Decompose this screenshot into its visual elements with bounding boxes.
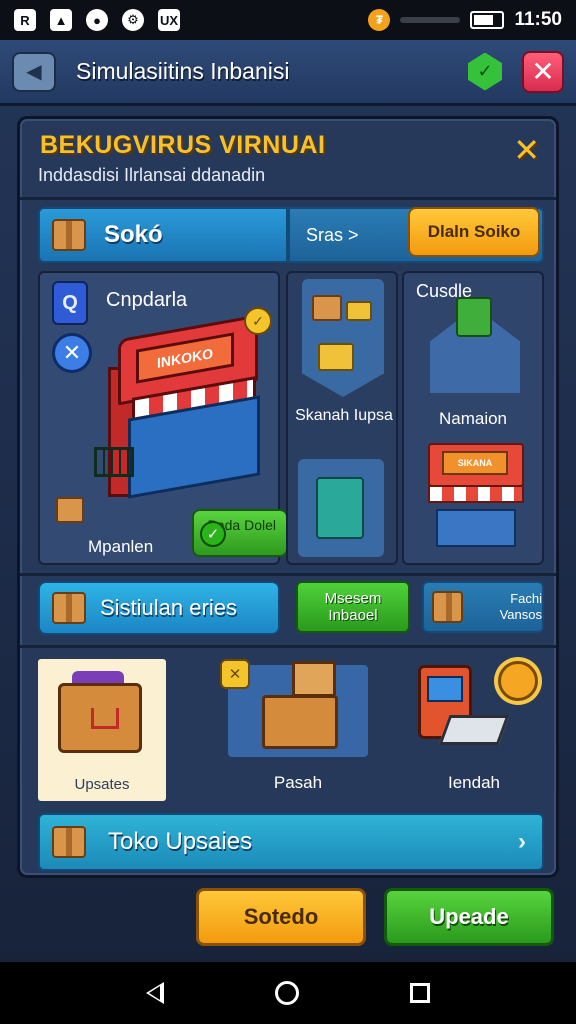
battery-icon bbox=[470, 11, 505, 29]
box-icon bbox=[52, 219, 86, 251]
close-app-button[interactable]: ✕ bbox=[522, 50, 564, 93]
truck-icon bbox=[432, 591, 463, 623]
basket-icon bbox=[58, 683, 142, 753]
gear-icon bbox=[498, 661, 538, 701]
back-icon[interactable]: ◀ bbox=[12, 51, 56, 92]
cabinet-icon bbox=[316, 477, 364, 539]
shop-footer-label: Mpanlen bbox=[88, 537, 154, 556]
stall-sign: SIKANA bbox=[442, 451, 508, 475]
divider bbox=[20, 197, 556, 200]
item-card-iendah[interactable]: Iendah bbox=[404, 659, 544, 801]
status-bar: R ▲ ● ⚙ UX ₮ 11:50 bbox=[0, 0, 576, 40]
modal-title: BEKUGVIRUS VIRNUAI bbox=[40, 131, 326, 159]
truck-icon bbox=[346, 301, 372, 321]
app-header: ◀ Simulasiitins Inbanisi ✓ ✕ bbox=[0, 40, 576, 106]
crate-icon bbox=[292, 661, 336, 697]
coin-icon: ₮ bbox=[368, 9, 391, 31]
market-mid-label: Namaion bbox=[438, 409, 508, 428]
virus-modal: BEKUGVIRUS VIRNUAI Inddasdisi Ilrlansai … bbox=[17, 116, 559, 878]
settings-icon: ⚙ bbox=[122, 9, 144, 31]
keyboard-icon bbox=[438, 715, 510, 745]
open-store-button[interactable]: Dlaln Soiko bbox=[408, 207, 540, 257]
ux-icon: UX bbox=[158, 9, 180, 31]
box-icon bbox=[312, 295, 342, 321]
storefront-illustration: INKOKO ✓ bbox=[94, 307, 272, 499]
upsales-button[interactable]: Toko Upsaies › bbox=[38, 813, 544, 871]
item-label: Pasah bbox=[273, 773, 323, 792]
vans-label: Fachi Vansos bbox=[499, 591, 542, 622]
box-icon bbox=[52, 826, 86, 858]
modal-subtitle: Inddasdisi Ilrlansai ddanadin bbox=[38, 165, 266, 185]
vans-button[interactable]: Fachi Vansos bbox=[422, 581, 544, 633]
box-icon bbox=[52, 592, 86, 624]
supply-label: Skanah Iupsa bbox=[295, 407, 393, 424]
message-button[interactable]: Msesem Inbaoel bbox=[296, 581, 410, 633]
item-label: Iendah bbox=[448, 773, 500, 792]
package-icon bbox=[318, 343, 354, 371]
clock: 11:50 bbox=[514, 9, 562, 30]
status-right: ₮ 11:50 bbox=[368, 9, 562, 31]
supply-column[interactable]: Skanah Iupsa bbox=[286, 271, 398, 565]
modal-close-button[interactable]: ✕ bbox=[513, 131, 540, 169]
divider bbox=[20, 573, 556, 576]
store-tab-label: Sokó bbox=[104, 221, 163, 248]
upsales-label: Toko Upsaies bbox=[108, 828, 253, 855]
item-card-pasah[interactable]: ✕ Pasah bbox=[218, 659, 378, 801]
cart-icon bbox=[94, 447, 134, 477]
check-icon: ✓ bbox=[200, 521, 226, 547]
cash-stack-icon bbox=[456, 297, 492, 337]
tools-icon: ✕ bbox=[52, 333, 92, 373]
small-box-icon bbox=[56, 497, 84, 523]
record-icon: ● bbox=[86, 9, 108, 31]
back-nav-icon[interactable] bbox=[145, 982, 164, 1004]
simulation-label: Sistiulan eries bbox=[100, 595, 237, 620]
close-badge-icon: ✕ bbox=[220, 659, 250, 689]
market-stall-illustration: SIKANA bbox=[428, 443, 524, 551]
crate-icon bbox=[262, 695, 338, 749]
sotedo-button[interactable]: Sotedo bbox=[196, 888, 366, 946]
chevron-right-icon: › bbox=[518, 828, 526, 855]
notification-icons: R ▲ ● ⚙ UX bbox=[14, 9, 180, 31]
app-r-icon: R bbox=[14, 9, 36, 31]
divider bbox=[20, 645, 556, 648]
system-nav-bar bbox=[0, 962, 576, 1024]
app-title: Simulasiitins Inbanisi bbox=[76, 58, 290, 84]
item-card-upsates[interactable]: Upsates bbox=[38, 659, 166, 801]
cabinet-illustration bbox=[298, 459, 384, 557]
upgrade-button[interactable]: Upeade bbox=[384, 888, 554, 946]
store-tab[interactable]: Sokó bbox=[38, 207, 288, 263]
simulation-series-button[interactable]: Sistiulan eries bbox=[38, 581, 280, 635]
recents-nav-icon[interactable] bbox=[410, 983, 431, 1003]
shop-panel[interactable]: Q ✕ Cnpdarla INKOKO ✓ Mpanlen ✓ Pada Dol… bbox=[38, 271, 288, 565]
gem-icon[interactable]: ✓ bbox=[468, 52, 502, 91]
signal-track bbox=[400, 17, 461, 23]
market-column[interactable]: Cusdle Namaion SIKANA bbox=[402, 271, 544, 565]
check-badge-icon: ✓ bbox=[244, 307, 272, 335]
home-nav-icon[interactable] bbox=[274, 981, 299, 1005]
user-icon: Q bbox=[52, 281, 88, 325]
item-label: Upsates bbox=[74, 776, 130, 793]
pay-button[interactable]: ✓ Pada Dolel bbox=[192, 509, 288, 557]
image-icon: ▲ bbox=[50, 9, 72, 31]
sras-label: Sras > bbox=[306, 224, 359, 245]
delivery-illustration bbox=[302, 279, 384, 397]
